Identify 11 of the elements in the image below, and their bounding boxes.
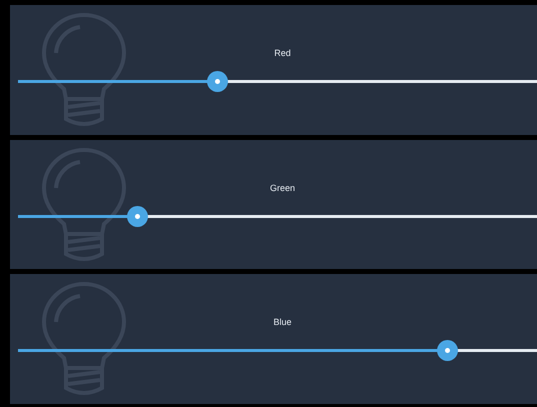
lightbulb-icon	[40, 148, 128, 264]
slider-label: Red	[274, 48, 291, 58]
slider[interactable]	[18, 340, 537, 362]
lightbulb-icon	[40, 13, 128, 129]
slider-thumb[interactable]	[126, 206, 148, 227]
slider-thumb[interactable]	[436, 340, 458, 362]
slider-label: Green	[270, 182, 295, 193]
slider-thumb[interactable]	[207, 71, 228, 92]
slider[interactable]	[18, 206, 537, 227]
slider[interactable]	[18, 71, 537, 92]
slider-label: Blue	[273, 317, 292, 328]
